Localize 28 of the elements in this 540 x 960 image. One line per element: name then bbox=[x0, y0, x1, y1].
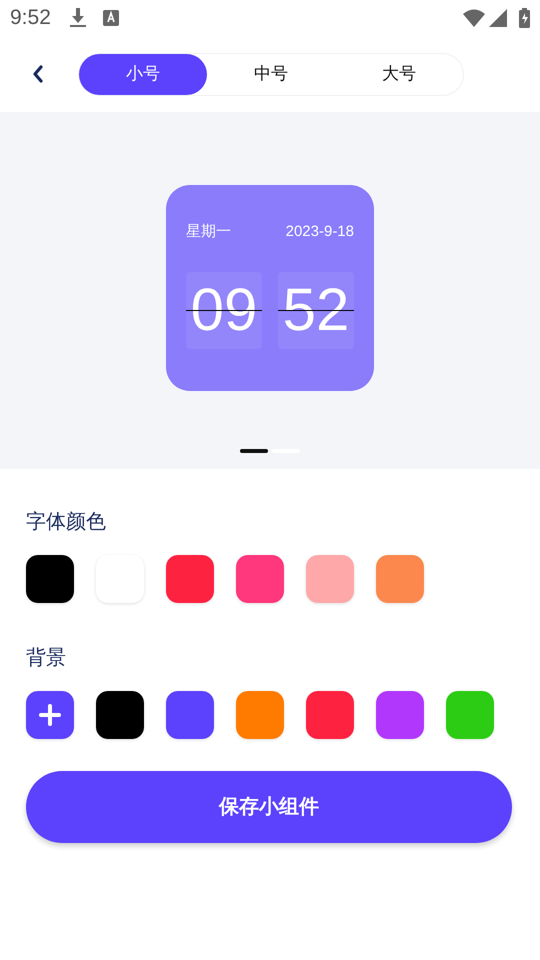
plus-icon bbox=[39, 704, 61, 726]
size-tab[interactable]: 中号 bbox=[207, 54, 335, 94]
save-widget-button[interactable]: 保存小组件 bbox=[26, 771, 512, 843]
color-swatch[interactable] bbox=[26, 555, 74, 603]
color-swatch[interactable] bbox=[306, 691, 354, 739]
size-tab[interactable]: 大号 bbox=[335, 54, 463, 94]
color-swatch[interactable] bbox=[446, 691, 494, 739]
color-swatch[interactable] bbox=[376, 691, 424, 739]
section-title: 背景 bbox=[26, 646, 67, 671]
wifi-icon bbox=[463, 9, 485, 27]
back-icon bbox=[32, 65, 44, 83]
signal-icon bbox=[489, 9, 507, 27]
section-title: 字体颜色 bbox=[26, 510, 107, 535]
color-swatch[interactable] bbox=[236, 555, 284, 603]
status-time: 9:52 bbox=[10, 5, 51, 32]
battery-icon bbox=[519, 8, 530, 28]
size-tab[interactable]: 小号 bbox=[79, 54, 207, 94]
color-swatch[interactable] bbox=[376, 555, 424, 603]
add-color-button[interactable] bbox=[26, 691, 74, 739]
date-text: 2023-9-18 bbox=[286, 222, 354, 242]
download-icon bbox=[68, 8, 87, 28]
color-swatch[interactable] bbox=[306, 555, 354, 603]
color-swatch[interactable] bbox=[96, 691, 144, 739]
weekday-text: 星期一 bbox=[186, 222, 231, 242]
color-swatch[interactable] bbox=[166, 691, 214, 739]
color-swatch[interactable] bbox=[236, 691, 284, 739]
color-swatch[interactable] bbox=[166, 555, 214, 603]
font-icon bbox=[102, 10, 119, 26]
